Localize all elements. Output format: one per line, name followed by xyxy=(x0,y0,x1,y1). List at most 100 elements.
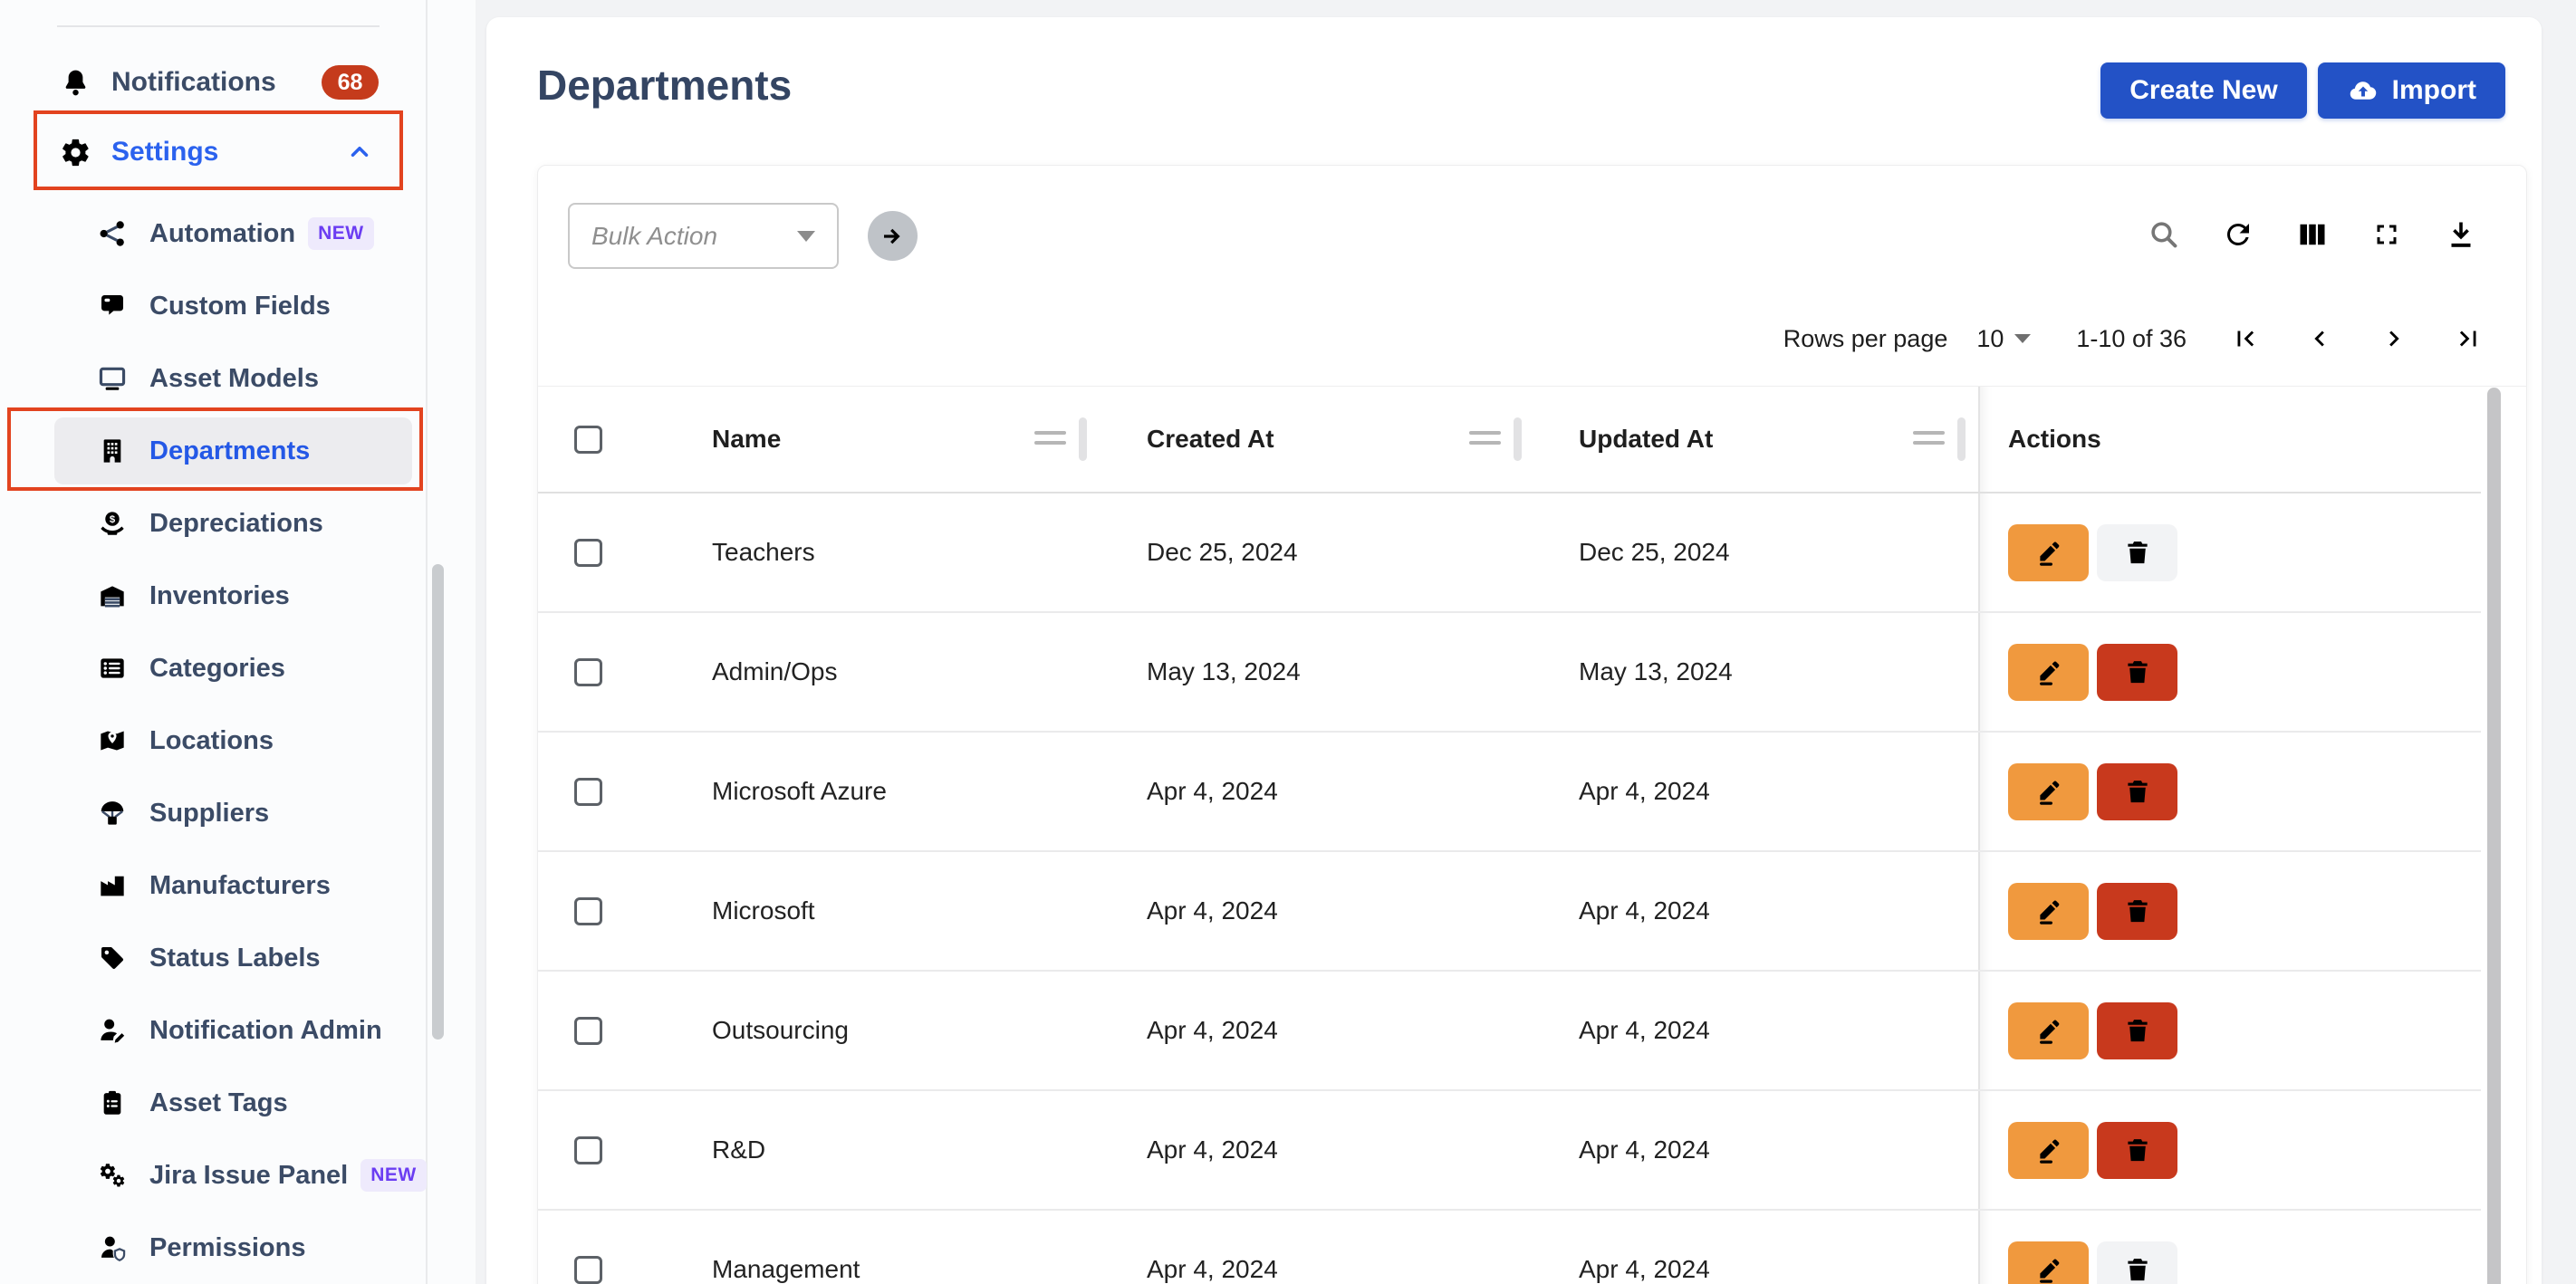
new-badge: NEW xyxy=(360,1159,427,1192)
cell-name: Admin/Ops xyxy=(712,657,838,686)
column-resize-handle[interactable] xyxy=(1514,417,1522,461)
cell-updated-at: Apr 4, 2024 xyxy=(1579,1135,1710,1164)
edit-button[interactable] xyxy=(2008,524,2089,581)
sidebar-item-settings[interactable]: Settings xyxy=(0,123,426,181)
last-page-button[interactable] xyxy=(2453,323,2484,354)
sidebar-item-notification-admin[interactable]: Notification Admin xyxy=(0,994,426,1067)
bulk-action-go-button[interactable] xyxy=(868,211,918,261)
table-row: Teachers Dec 25, 2024 Dec 25, 2024 xyxy=(538,493,2481,613)
search-button[interactable] xyxy=(2148,218,2180,251)
table-row: Admin/Ops May 13, 2024 May 13, 2024 xyxy=(538,613,2481,733)
sidebar-item-notifications[interactable]: Notifications 68 xyxy=(0,53,426,111)
row-checkbox[interactable] xyxy=(574,658,602,686)
edit-button[interactable] xyxy=(2008,644,2089,701)
select-all-checkbox[interactable] xyxy=(574,426,602,454)
map-pin-icon xyxy=(98,726,127,755)
fullscreen-icon xyxy=(2370,218,2403,251)
edit-button[interactable] xyxy=(2008,1002,2089,1059)
column-header-created-at[interactable]: Created At xyxy=(1147,425,1274,454)
next-page-button[interactable] xyxy=(2379,323,2409,354)
list-icon xyxy=(98,654,127,683)
sidebar-item-manufacturers[interactable]: Manufacturers xyxy=(0,849,426,922)
sidebar-scrollbar-thumb[interactable] xyxy=(432,564,444,1040)
new-badge: NEW xyxy=(308,217,374,250)
column-header-name[interactable]: Name xyxy=(712,425,781,454)
download-button[interactable] xyxy=(2445,218,2477,251)
sidebar-divider xyxy=(57,25,380,27)
table-scrollbar-thumb[interactable] xyxy=(2487,388,2501,1284)
parachute-box-icon xyxy=(98,799,127,828)
edit-button[interactable] xyxy=(2008,763,2089,820)
sidebar-item-departments[interactable]: Departments xyxy=(0,415,426,487)
comment-icon xyxy=(98,292,127,321)
import-button[interactable]: Import xyxy=(2318,62,2505,119)
pagination-range: 1-10 of 36 xyxy=(2076,325,2187,353)
cell-created-at: Dec 25, 2024 xyxy=(1147,538,1298,567)
fullscreen-button[interactable] xyxy=(2370,218,2403,251)
row-checkbox[interactable] xyxy=(574,778,602,806)
sidebar-item-asset-models[interactable]: Asset Models xyxy=(0,342,426,415)
sidebar-item-jira-issue-panel[interactable]: Jira Issue Panel NEW xyxy=(0,1139,426,1212)
sidebar-border xyxy=(426,0,428,1284)
delete-button[interactable] xyxy=(2097,883,2177,940)
drag-indicator-icon xyxy=(1913,431,1945,451)
delete-button xyxy=(2097,524,2177,581)
create-new-button[interactable]: Create New xyxy=(2100,62,2306,119)
refresh-button[interactable] xyxy=(2222,218,2254,251)
view-columns-button[interactable] xyxy=(2296,218,2329,251)
bulk-action-select[interactable]: Bulk Action xyxy=(568,203,839,269)
edit-button[interactable] xyxy=(2008,1122,2089,1179)
delete-button[interactable] xyxy=(2097,1122,2177,1179)
table-row: Management Apr 4, 2024 Apr 4, 2024 xyxy=(538,1211,2481,1284)
table-header-row: Name Created At Upda xyxy=(538,387,2481,493)
cell-name: Microsoft Azure xyxy=(712,777,887,806)
sidebar-item-permissions[interactable]: Permissions xyxy=(0,1212,426,1284)
column-header-updated-at[interactable]: Updated At xyxy=(1579,425,1713,454)
prev-page-icon xyxy=(2304,323,2335,354)
rows-per-page-select[interactable]: 10 xyxy=(1976,325,2031,353)
cell-created-at: Apr 4, 2024 xyxy=(1147,777,1278,806)
table-body: Teachers Dec 25, 2024 Dec 25, 2024 Admin… xyxy=(538,493,2526,1284)
sidebar-item-status-labels[interactable]: Status Labels xyxy=(0,922,426,994)
row-checkbox[interactable] xyxy=(574,1017,602,1045)
rows-per-page-label: Rows per page xyxy=(1783,325,1948,353)
sidebar-item-suppliers[interactable]: Suppliers xyxy=(0,777,426,849)
edit-button[interactable] xyxy=(2008,1241,2089,1284)
trash-icon xyxy=(2122,1015,2153,1046)
sidebar-item-locations[interactable]: Locations xyxy=(0,704,426,777)
row-checkbox[interactable] xyxy=(574,1256,602,1284)
view-columns-icon xyxy=(2296,218,2329,251)
user-pen-icon xyxy=(98,1016,127,1045)
edit-button[interactable] xyxy=(2008,883,2089,940)
refresh-icon xyxy=(2222,218,2254,251)
pen-icon xyxy=(2033,1254,2064,1284)
tag-icon xyxy=(98,944,127,973)
cell-updated-at: Apr 4, 2024 xyxy=(1579,777,1710,806)
trash-icon xyxy=(2122,1135,2153,1165)
delete-button[interactable] xyxy=(2097,644,2177,701)
sidebar-item-categories[interactable]: Categories xyxy=(0,632,426,704)
drag-indicator-icon xyxy=(1469,431,1501,451)
row-checkbox[interactable] xyxy=(574,1136,602,1164)
delete-button[interactable] xyxy=(2097,763,2177,820)
sidebar-item-depreciations[interactable]: Depreciations xyxy=(0,487,426,560)
sidebar-item-automation[interactable]: Automation NEW xyxy=(0,197,426,270)
table-row: Microsoft Apr 4, 2024 Apr 4, 2024 xyxy=(538,852,2481,972)
column-resize-handle[interactable] xyxy=(1957,417,1966,461)
sidebar-item-inventories[interactable]: Inventories xyxy=(0,560,426,632)
sidebar-item-custom-fields[interactable]: Custom Fields xyxy=(0,270,426,342)
column-resize-handle[interactable] xyxy=(1079,417,1087,461)
trash-icon xyxy=(2122,776,2153,807)
cell-name: Microsoft xyxy=(712,896,815,925)
pen-icon xyxy=(2033,776,2064,807)
bulk-action-placeholder: Bulk Action xyxy=(591,222,717,251)
gear-icon xyxy=(60,137,91,168)
row-checkbox[interactable] xyxy=(574,897,602,925)
sidebar-item-label: Notifications xyxy=(111,67,276,98)
sidebar-item-asset-tags[interactable]: Asset Tags xyxy=(0,1067,426,1139)
delete-button[interactable] xyxy=(2097,1002,2177,1059)
sidebar-item-label: Custom Fields xyxy=(149,292,331,321)
cell-name: Management xyxy=(712,1255,860,1284)
cloud-upload-icon xyxy=(2347,74,2379,107)
row-checkbox[interactable] xyxy=(574,539,602,567)
